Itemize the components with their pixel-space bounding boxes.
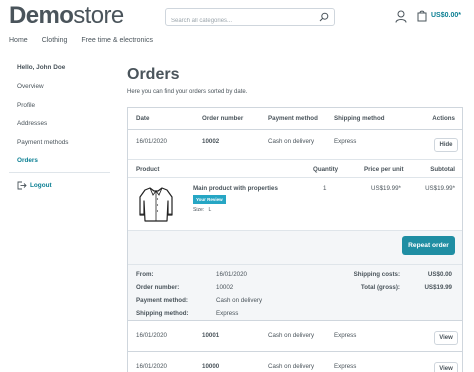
column-quantity: Quantity bbox=[313, 166, 339, 173]
summary-payment-label: Payment method: bbox=[136, 297, 188, 304]
logout-label: Logout bbox=[30, 182, 52, 189]
table-header: Date Order number Payment method Shippin… bbox=[128, 108, 462, 130]
nav-item-clothing[interactable]: Clothing bbox=[42, 37, 68, 44]
column-product: Product bbox=[136, 166, 160, 173]
cart-total[interactable]: US$0.00* bbox=[431, 12, 461, 19]
column-payment-method: Payment method bbox=[268, 115, 318, 122]
order-number: 10000 bbox=[202, 363, 220, 370]
account-icon[interactable] bbox=[395, 10, 407, 23]
summary-number-value: 10002 bbox=[216, 284, 234, 291]
sidebar-divider bbox=[9, 172, 110, 173]
column-actions: Actions bbox=[432, 115, 455, 122]
shipping-costs-value: US$0.00 bbox=[427, 271, 452, 278]
order-payment: Cash on delivery bbox=[268, 363, 315, 370]
nav-item-home[interactable]: Home bbox=[9, 37, 28, 44]
size-label: Size: bbox=[193, 207, 205, 213]
sidebar-item-addresses[interactable]: Addresses bbox=[17, 120, 110, 139]
logout-link[interactable]: Logout bbox=[17, 181, 52, 190]
summary-from-label: From: bbox=[136, 271, 154, 278]
summary-number-label: Order number: bbox=[136, 284, 180, 291]
table-row: 16/01/2020 10002 Cash on delivery Expres… bbox=[128, 131, 462, 159]
order-date: 16/01/2020 bbox=[136, 332, 167, 339]
column-price-per-unit: Price per unit bbox=[364, 166, 404, 173]
reorder-bar: Repeat order bbox=[128, 230, 462, 265]
size-value: L bbox=[208, 207, 212, 213]
column-date: Date bbox=[136, 115, 150, 122]
repeat-order-button[interactable]: Repeat order bbox=[402, 236, 455, 255]
summary-shipping-label: Shipping method: bbox=[136, 310, 189, 317]
sidebar-item-payment-methods[interactable]: Payment methods bbox=[17, 139, 110, 158]
order-number: 10001 bbox=[202, 332, 220, 339]
logo[interactable]: Demostore bbox=[9, 3, 124, 29]
page-subtitle: Here you can find your orders sorted by … bbox=[127, 89, 248, 95]
order-number: 10002 bbox=[202, 138, 220, 145]
summary-payment-value: Cash on delivery bbox=[216, 297, 263, 304]
product-size: Size: L bbox=[193, 207, 211, 213]
order-shipping: Express bbox=[334, 138, 357, 145]
product-unit-price: US$19.99* bbox=[371, 185, 401, 192]
divider bbox=[128, 177, 462, 178]
total-gross-value: US$19.99 bbox=[424, 284, 452, 291]
order-date: 16/01/2020 bbox=[136, 138, 167, 145]
page-title: Orders bbox=[127, 66, 180, 83]
logo-rest: store bbox=[73, 2, 124, 29]
order-shipping: Express bbox=[334, 332, 357, 339]
search-icon[interactable] bbox=[319, 12, 329, 22]
view-button[interactable]: View bbox=[434, 331, 458, 345]
column-subtotal: Subtotal bbox=[430, 166, 455, 173]
order-date: 16/01/2020 bbox=[136, 363, 167, 370]
order-shipping: Express bbox=[334, 363, 357, 370]
orders-table: Date Order number Payment method Shippin… bbox=[127, 107, 463, 372]
order-detail: Product Quantity Price per unit Subtotal… bbox=[128, 159, 462, 321]
search-input[interactable] bbox=[166, 13, 306, 29]
review-badge[interactable]: Your Review bbox=[193, 195, 226, 204]
logout-icon bbox=[17, 181, 27, 190]
nav-item-free-time[interactable]: Free time & electronics bbox=[81, 37, 153, 44]
sidebar-item-profile[interactable]: Profile bbox=[17, 102, 110, 121]
greeting: Hello, John Doe bbox=[17, 64, 66, 71]
view-button[interactable]: View bbox=[434, 362, 458, 372]
main-nav: Home Clothing Free time & electronics bbox=[9, 37, 153, 44]
cart-icon[interactable] bbox=[416, 10, 428, 22]
product-quantity: 1 bbox=[323, 185, 327, 192]
search-box[interactable] bbox=[165, 8, 335, 29]
product-image[interactable] bbox=[138, 185, 174, 223]
order-summary: From: 16/01/2020 Order number: 10002 Pay… bbox=[128, 264, 462, 321]
product-subtotal: US$19.99* bbox=[425, 185, 455, 192]
product-name[interactable]: Main product with properties bbox=[193, 185, 278, 192]
sidebar-item-overview[interactable]: Overview bbox=[17, 83, 110, 102]
account-sidebar: Hello, John Doe Overview Profile Address… bbox=[9, 64, 110, 190]
order-payment: Cash on delivery bbox=[268, 138, 315, 145]
hide-button[interactable]: Hide bbox=[434, 138, 458, 152]
shipping-costs-label: Shipping costs: bbox=[353, 271, 400, 278]
order-payment: Cash on delivery bbox=[268, 332, 315, 339]
summary-from-value: 16/01/2020 bbox=[216, 271, 247, 278]
column-shipping-method: Shipping method bbox=[334, 115, 385, 122]
total-gross-label: Total (gross): bbox=[360, 284, 400, 291]
table-row: 16/01/2020 10001 Cash on delivery Expres… bbox=[128, 322, 462, 352]
logo-bold: Demo bbox=[9, 2, 74, 29]
summary-shipping-value: Express bbox=[216, 310, 239, 317]
table-row: 16/01/2020 10000 Cash on delivery Expres… bbox=[128, 353, 462, 372]
column-order-number: Order number bbox=[202, 115, 244, 122]
